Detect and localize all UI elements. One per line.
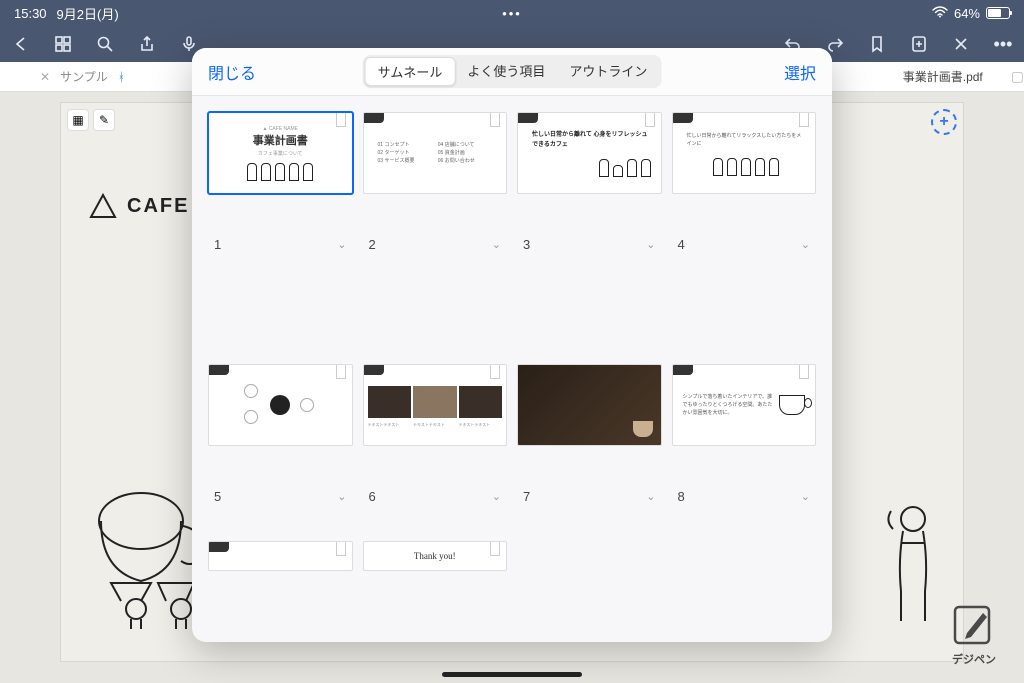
- chevron-down-icon: ⌄: [646, 490, 655, 503]
- slide-thumbnail-6[interactable]: テキストテキストテキストテキストテキストテキスト: [363, 364, 508, 446]
- close-icon[interactable]: [950, 33, 972, 55]
- page-label-6[interactable]: 6⌄: [363, 471, 508, 531]
- more-icon[interactable]: •••: [992, 33, 1014, 55]
- battery-percentage: 64%: [954, 6, 980, 21]
- add-page-icon[interactable]: [908, 33, 930, 55]
- library-icon[interactable]: [52, 33, 74, 55]
- add-button[interactable]: +: [931, 109, 957, 135]
- chevron-down-icon: ⌄: [337, 490, 346, 503]
- slide-thumbnail-1[interactable]: ▲ CAFE NAME 事業計画書 カフェ事業について: [208, 112, 353, 194]
- slide-toc: 01 コンセプト04 店舗について 02 ターゲット05 資金計画 03 サービ…: [364, 131, 507, 175]
- thumbnail-grid[interactable]: ▲ CAFE NAME 事業計画書 カフェ事業について 01 コンセプト04 店…: [192, 96, 832, 642]
- view-mode-icon[interactable]: ▦: [67, 109, 89, 131]
- pen-tool-icon[interactable]: ✎: [93, 109, 115, 131]
- thumbnail-panel: 閉じる サムネール よく使う項目 アウトライン 選択 ▲ CAFE NAME 事…: [192, 48, 832, 642]
- status-date: 9月2日(月): [57, 4, 119, 23]
- page-label-8[interactable]: 8⌄: [672, 471, 817, 531]
- drop-zone[interactable]: [517, 541, 662, 611]
- page-label-7[interactable]: 7⌄: [517, 471, 662, 531]
- slide-thumbnail-9[interactable]: [208, 541, 353, 571]
- slide-logo: CAFE: [89, 193, 189, 219]
- chevron-down-icon: ⌄: [801, 490, 810, 503]
- coffee-icon: [779, 395, 805, 415]
- slide-title: 事業計画書: [247, 132, 313, 148]
- slide-thumbnail-5[interactable]: [208, 364, 353, 446]
- page-label-1[interactable]: 1⌄: [208, 219, 353, 279]
- tab-sample[interactable]: ✕ サンプル ᚼ: [0, 68, 165, 85]
- bluetooth-icon: ᚼ: [118, 70, 125, 84]
- watermark: デジペン: [934, 593, 1014, 673]
- battery-icon: [986, 7, 1010, 19]
- slide-thumbnail-10[interactable]: Thank you!: [363, 541, 508, 571]
- slide-subtitle: カフェ事業について: [247, 150, 313, 157]
- chevron-down-icon: ⌄: [492, 490, 501, 503]
- page-label-3[interactable]: 3⌄: [517, 219, 662, 279]
- chevron-down-icon: ⌄: [337, 238, 346, 251]
- watermark-label: デジペン: [952, 651, 996, 667]
- close-button[interactable]: 閉じる: [208, 60, 256, 84]
- select-button[interactable]: 選択: [784, 60, 816, 84]
- search-icon[interactable]: [94, 33, 116, 55]
- bookmark-icon[interactable]: [866, 33, 888, 55]
- chevron-down-icon: ⌄: [801, 238, 810, 251]
- slide-thumbnail-8[interactable]: シンプルで落ち着いたインテリアで、誰でもゆったりとくつろげる空間。あたたかい雰囲…: [672, 364, 817, 446]
- segment-thumbnail[interactable]: サムネール: [365, 57, 456, 86]
- close-tab-icon[interactable]: ✕: [40, 70, 50, 84]
- multitask-dots[interactable]: •••: [502, 6, 522, 21]
- slide-thumbnail-4[interactable]: 忙しい日常から離れてリラックスしたい方たちをメインに: [672, 112, 817, 194]
- tab-label: 事業計画書.pdf: [903, 70, 983, 84]
- page-label-2[interactable]: 2⌄: [363, 219, 508, 279]
- segment-favorites[interactable]: よく使う項目: [455, 57, 557, 86]
- back-icon[interactable]: [10, 33, 32, 55]
- status-bar: 15:30 9月2日(月) ••• 64%: [0, 0, 1024, 26]
- share-icon[interactable]: [136, 33, 158, 55]
- tab-label: サンプル: [60, 68, 108, 85]
- slide-thumbnail-2[interactable]: 01 コンセプト04 店舗について 02 ターゲット05 資金計画 03 サービ…: [363, 112, 508, 194]
- home-indicator[interactable]: [442, 672, 582, 677]
- tab-overflow-icon[interactable]: ▢: [1011, 68, 1024, 85]
- logo-text: CAFE: [127, 195, 189, 218]
- segment-outline[interactable]: アウトライン: [557, 57, 659, 86]
- status-time: 15:30: [14, 6, 47, 21]
- tab-document[interactable]: 事業計画書.pdf: [883, 68, 1003, 85]
- view-segmented-control: サムネール よく使う項目 アウトライン: [363, 55, 662, 88]
- wifi-icon: [932, 5, 948, 21]
- page-label-5[interactable]: 5⌄: [208, 471, 353, 531]
- slide-thumbnail-7[interactable]: [517, 364, 662, 446]
- slide-thumbnail-3[interactable]: 忙しい日常から離れて 心身をリフレッシュできるカフェ: [517, 112, 662, 194]
- page-label-4[interactable]: 4⌄: [672, 219, 817, 279]
- chevron-down-icon: ⌄: [646, 238, 655, 251]
- chevron-down-icon: ⌄: [492, 238, 501, 251]
- panel-header: 閉じる サムネール よく使う項目 アウトライン 選択: [192, 48, 832, 96]
- bookmark-ribbon-icon: [336, 113, 346, 127]
